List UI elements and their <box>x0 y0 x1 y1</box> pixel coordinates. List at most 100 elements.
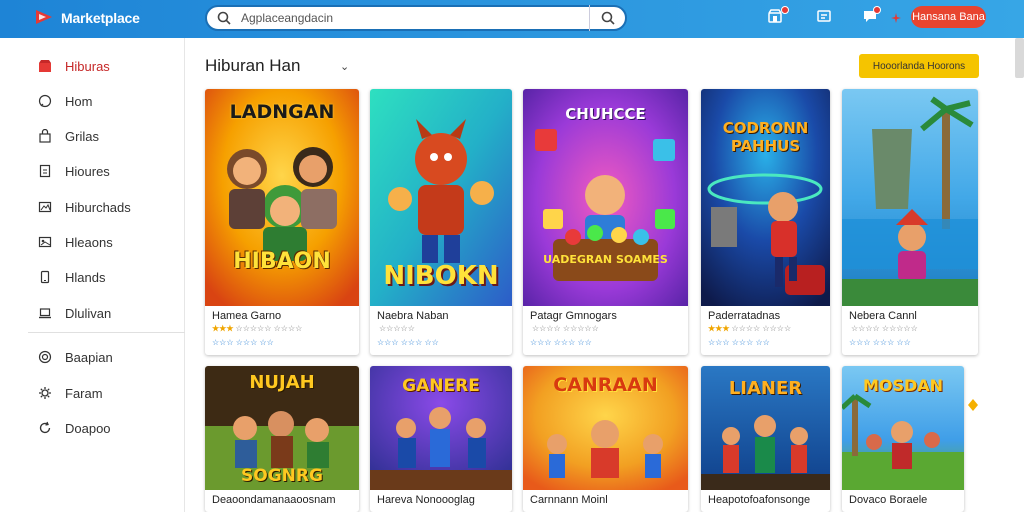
sidebar-item-label: Dlulivan <box>65 305 112 321</box>
sidebar-item-label: Hom <box>65 93 93 109</box>
sidebar-item-label: Hlands <box>65 269 106 285</box>
game-meta: ☆☆☆ ☆☆☆ ☆☆ <box>212 338 274 347</box>
sparkle-icon <box>968 398 978 416</box>
game-cover-image: CHUHCCE UADEGRAN SOAMES <box>523 89 688 306</box>
game-title[interactable]: Carnnann Moinl <box>530 494 608 506</box>
sidebar-item-hioures[interactable]: Hioures <box>38 161 110 181</box>
game-title[interactable]: Nebera Cannl <box>849 310 917 322</box>
game-title[interactable]: Naebra Naban <box>377 310 449 322</box>
image-icon <box>38 235 52 249</box>
game-card[interactable]: CHUHCCE UADEGRAN SOAMES Patagr Gmnogars … <box>523 89 688 355</box>
store-icon <box>38 59 52 73</box>
rating-stars: ☆☆☆☆☆ <box>379 324 415 333</box>
game-cover-image: NUJAH SOGNRG <box>205 366 359 490</box>
sidebar-item-label: Hiburchads <box>65 199 131 215</box>
game-card[interactable]: CANRAAN Carnnann Moinl <box>523 366 688 512</box>
sidebar-item-hlands[interactable]: Hlands <box>38 267 105 287</box>
game-card[interactable]: GANERE Hareva Nonoooglag <box>370 366 512 512</box>
cover-title: CODRONN PAHHUS <box>722 119 809 155</box>
target-icon <box>38 350 52 364</box>
cover-title: GANERE <box>402 376 480 396</box>
game-cover-image: CANRAAN <box>523 366 688 490</box>
rating-stars: ☆☆☆☆ ☆☆☆☆☆ <box>532 324 599 333</box>
game-meta: ☆☆☆ ☆☆☆ ☆☆ <box>530 338 592 347</box>
gear-icon <box>38 386 52 400</box>
game-title[interactable]: Heapotofoafonsonge <box>708 494 810 506</box>
sidebar-item-label: Baapian <box>65 349 113 365</box>
game-card[interactable]: LIANER Heapotofoafonsonge <box>701 366 830 512</box>
game-cover-image <box>842 89 978 306</box>
marketplace-logo-icon[interactable] <box>34 7 54 27</box>
refresh-icon <box>38 421 52 435</box>
sidebar-item-hiburas[interactable]: Hiburas <box>38 56 110 76</box>
section-title: Hiburan Han <box>205 56 301 75</box>
game-card[interactable]: MOSDAN Dovaco Boraele <box>842 366 964 512</box>
rating-stars: ★★★ ☆☆☆☆ ☆☆☆☆ <box>708 324 792 333</box>
scrollbar[interactable] <box>1015 38 1024 78</box>
game-title[interactable]: Hareva Nonoooglag <box>377 494 475 506</box>
cover-title: NUJAH <box>249 372 315 393</box>
sidebar-item-label: Hiburas <box>65 58 110 74</box>
game-title[interactable]: Paderratadnas <box>708 310 780 322</box>
cover-subtitle: UADEGRAN SOAMES <box>543 253 668 266</box>
cover-title: CANRAAN <box>553 374 658 396</box>
game-title[interactable]: Dovaco Boraele <box>849 494 927 506</box>
chevron-down-icon[interactable]: ⌄ <box>340 60 349 73</box>
sidebar-item-dlulivan[interactable]: Dlulivan <box>38 303 111 323</box>
sidebar-item-label: Grilas <box>65 128 99 144</box>
search-input[interactable] <box>241 10 581 26</box>
sidebar-item-label: Hleaons <box>65 234 113 250</box>
rating-stars: ★★★ ☆☆☆☆☆ ☆☆☆☆ <box>212 324 303 333</box>
game-cover-image: NIBOKN <box>370 89 512 306</box>
cover-title: MOSDAN <box>862 376 944 395</box>
game-card[interactable]: CODRONN PAHHUS Paderratadnas ★★★ ☆☆☆☆ ☆☆☆… <box>701 89 830 355</box>
rating-stars: ☆☆☆☆ ☆☆☆☆☆ <box>851 324 918 333</box>
game-cover-image: GANERE <box>370 366 512 490</box>
game-card[interactable]: NUJAH SOGNRG Deaoondamanaaoosnam <box>205 366 359 512</box>
header-cta-button[interactable]: Hansana Bana <box>911 6 986 28</box>
cover-title: LADNGAN <box>229 101 335 123</box>
game-meta: ☆☆☆ ☆☆☆ ☆☆ <box>849 338 911 347</box>
sparkle-icon <box>891 10 909 28</box>
game-cover-image: LIANER <box>701 366 830 490</box>
top-bar: Marketplace Hansana Bana <box>0 0 1024 38</box>
game-meta: ☆☆☆ ☆☆☆ ☆☆ <box>377 338 439 347</box>
filter-button[interactable]: Hooorlanda Hoorons <box>859 54 979 78</box>
game-cover-image: MOSDAN <box>842 366 964 490</box>
messages-icon[interactable] <box>816 8 834 26</box>
game-cover-image: CODRONN PAHHUS <box>701 89 830 306</box>
game-title[interactable]: Hamea Garno <box>212 310 281 322</box>
phone-icon <box>38 270 52 284</box>
game-title[interactable]: Deaoondamanaaoosnam <box>212 494 336 506</box>
search-bar <box>205 5 627 31</box>
cover-subtitle: SOGNRG <box>241 466 323 486</box>
game-card[interactable]: Nebera Cannl ☆☆☆☆ ☆☆☆☆☆ ☆☆☆ ☆☆☆ ☆☆ <box>842 89 978 355</box>
sidebar-item-faram[interactable]: Faram <box>38 383 103 403</box>
cover-subtitle: HIBAON <box>233 249 331 274</box>
sidebar: Hiburas Hom Grilas Hioures Hiburchads Hl… <box>0 38 185 512</box>
cover-title: LIANER <box>728 378 803 399</box>
notification-badge <box>781 6 789 14</box>
sidebar-item-label: Hioures <box>65 163 110 179</box>
cover-title: CHUHCCE <box>565 105 646 123</box>
game-card[interactable]: LADNGAN HIBAON Hamea Garno ★★★ ☆☆☆☆☆ ☆☆☆☆… <box>205 89 359 355</box>
cover-subtitle: NIBOKN <box>383 261 499 291</box>
search-icon <box>601 11 615 25</box>
laptop-icon <box>38 306 52 320</box>
sidebar-item-hom[interactable]: Hom <box>38 91 92 111</box>
sidebar-item-baapian[interactable]: Baapian <box>38 347 113 367</box>
image-icon <box>38 200 52 214</box>
sidebar-divider <box>28 332 185 333</box>
sidebar-item-hleaons[interactable]: Hleaons <box>38 232 113 252</box>
game-title[interactable]: Patagr Gmnogars <box>530 310 617 322</box>
sidebar-item-grilas[interactable]: Grilas <box>38 126 99 146</box>
app-name[interactable]: Marketplace <box>61 10 140 26</box>
sidebar-item-label: Doapoo <box>65 420 111 436</box>
sidebar-item-doapoo[interactable]: Doapoo <box>38 418 111 438</box>
search-submit-button[interactable] <box>589 5 625 31</box>
chat-badge <box>873 6 881 14</box>
game-card[interactable]: NIBOKN Naebra Naban ☆☆☆☆☆ ☆☆☆ ☆☆☆ ☆☆ <box>370 89 512 355</box>
game-meta: ☆☆☆ ☆☆☆ ☆☆ <box>708 338 770 347</box>
bag-icon <box>38 128 52 143</box>
sidebar-item-hiburchads[interactable]: Hiburchads <box>38 197 131 217</box>
